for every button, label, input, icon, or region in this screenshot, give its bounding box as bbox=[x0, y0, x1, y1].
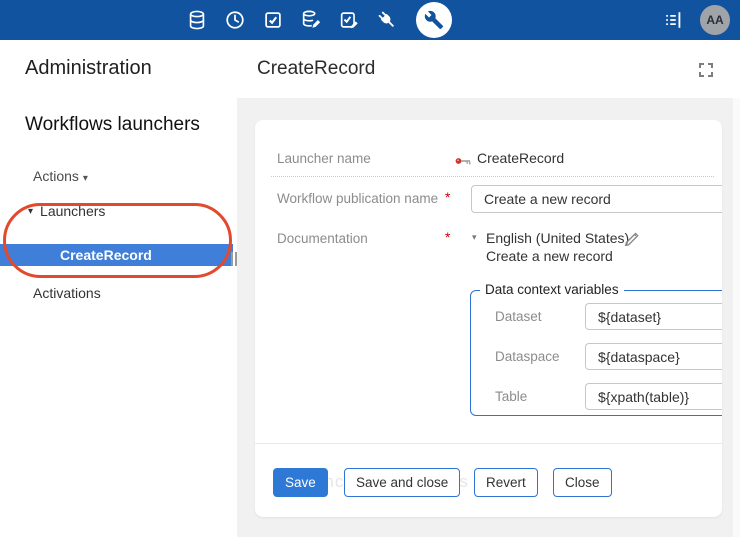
workflow-publication-name-label: Workflow publication name bbox=[277, 191, 438, 206]
button-bar-separator bbox=[255, 443, 722, 444]
documentation-locale: English (United States) bbox=[486, 230, 629, 246]
launchers-label: Launchers bbox=[40, 203, 105, 219]
launcher-name-value: CreateRecord bbox=[477, 150, 564, 166]
required-marker: * bbox=[445, 189, 450, 205]
checklist-edit-icon[interactable] bbox=[338, 9, 360, 31]
dataset-label: Dataset bbox=[495, 309, 542, 324]
dataspace-input[interactable] bbox=[585, 343, 722, 370]
sidebar: Administration Workflows launchers Actio… bbox=[0, 40, 237, 537]
edit-pencil-icon[interactable] bbox=[623, 228, 641, 246]
sidebar-item-launchers[interactable]: ▾ Launchers bbox=[0, 200, 233, 222]
fullscreen-icon[interactable] bbox=[697, 61, 715, 79]
save-and-close-button[interactable]: Save and close bbox=[344, 468, 460, 497]
form-card: Launcher name CreateRecord Workflow publ… bbox=[255, 120, 722, 517]
sidebar-section-title: Workflows launchers bbox=[25, 114, 200, 136]
database-edit-icon[interactable] bbox=[300, 9, 322, 31]
workflow-publication-name-input[interactable] bbox=[471, 185, 722, 213]
primary-key-icon bbox=[454, 154, 472, 172]
row-separator bbox=[271, 176, 714, 177]
locale-collapse-icon[interactable]: ▾ bbox=[472, 232, 477, 243]
actions-label: Actions bbox=[33, 168, 79, 184]
launcher-name-label: Launcher name bbox=[277, 151, 371, 166]
sidebar-title: Administration bbox=[25, 57, 152, 80]
clock-icon[interactable] bbox=[224, 9, 246, 31]
content-panel: Launcher name CreateRecord Workflow publ… bbox=[237, 98, 740, 537]
data-context-legend: Data context variables bbox=[480, 282, 624, 297]
dataset-input[interactable] bbox=[585, 303, 722, 330]
sidebar-item-activations[interactable]: Activations bbox=[0, 282, 233, 304]
chevron-down-icon: ▾ bbox=[83, 173, 88, 184]
topbar-right-group: AA bbox=[662, 0, 730, 40]
perspective-icon[interactable] bbox=[662, 9, 684, 31]
sidebar-item-create-record[interactable]: CreateRecord bbox=[0, 244, 233, 266]
data-context-fieldset: Data context variables Dataset Dataspace… bbox=[470, 290, 722, 416]
screen: AA Administration Workflows launchers Ac… bbox=[0, 0, 740, 537]
create-record-label: CreateRecord bbox=[60, 247, 152, 263]
tasks-icon[interactable] bbox=[262, 9, 284, 31]
scrollbar-track[interactable] bbox=[733, 98, 740, 537]
user-avatar[interactable]: AA bbox=[700, 5, 730, 35]
save-button[interactable]: Save bbox=[273, 468, 328, 497]
documentation-label: Documentation bbox=[277, 231, 368, 246]
documentation-text: Create a new record bbox=[486, 248, 613, 264]
plug-icon[interactable] bbox=[376, 9, 398, 31]
wrench-icon[interactable] bbox=[416, 2, 452, 38]
required-marker: * bbox=[445, 229, 450, 245]
top-navigation-bar: AA bbox=[0, 0, 740, 40]
dataspace-label: Dataspace bbox=[495, 349, 560, 364]
database-icon[interactable] bbox=[186, 9, 208, 31]
activations-label: Activations bbox=[33, 285, 101, 301]
close-button[interactable]: Close bbox=[553, 468, 612, 497]
topbar-icon-group bbox=[186, 0, 452, 40]
table-label: Table bbox=[495, 389, 527, 404]
revert-button[interactable]: Revert bbox=[474, 468, 538, 497]
table-input[interactable] bbox=[585, 383, 722, 410]
tree-expand-icon[interactable]: ▾ bbox=[28, 206, 33, 217]
page-title: CreateRecord bbox=[257, 58, 375, 80]
actions-dropdown[interactable]: Actions ▾ bbox=[33, 168, 88, 184]
